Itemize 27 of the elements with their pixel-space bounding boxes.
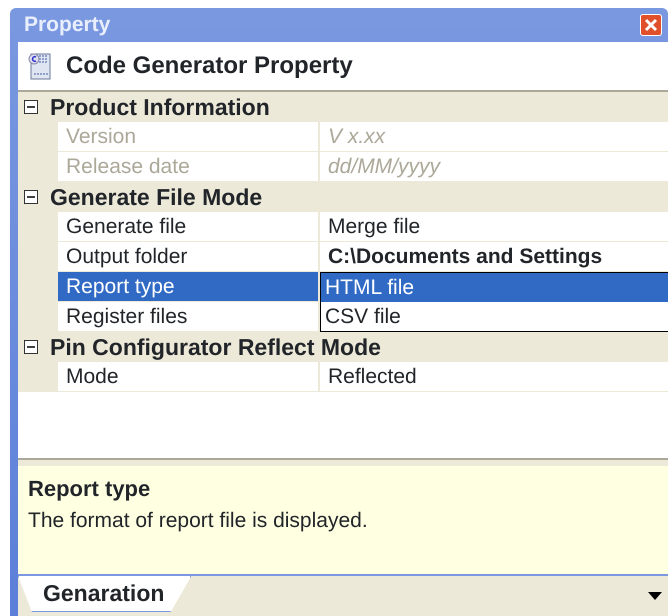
property-name[interactable]: Report type [58, 272, 320, 301]
dropdown-arrow-icon[interactable] [648, 592, 662, 600]
close-icon [644, 18, 658, 32]
collapse-toggle-icon[interactable] [24, 190, 38, 204]
property-name[interactable]: Generate file [58, 212, 320, 241]
dropdown-option[interactable]: CSV file [321, 302, 668, 331]
property-name[interactable]: Output folder [58, 242, 320, 271]
property-value: Reflected [328, 364, 417, 390]
category-label: Generate File Mode [50, 182, 262, 212]
tab[interactable]: Genaration [18, 576, 192, 612]
panel-title: Code Generator Property [66, 51, 353, 81]
property-name[interactable]: Register files [58, 302, 320, 331]
description-text: The format of report file is displayed. [28, 508, 369, 534]
property-value: C:\Documents and Settings [328, 244, 602, 270]
collapse-toggle-icon[interactable] [24, 340, 38, 354]
collapse-toggle-icon[interactable] [24, 100, 38, 114]
description-title: Report type [28, 475, 152, 503]
dropdown-option[interactable]: HTML file [321, 273, 668, 302]
property-value: Merge file [328, 214, 420, 240]
property-name[interactable]: Mode [58, 362, 320, 391]
window-title: Property [24, 12, 110, 38]
property-value: V x.xx [328, 124, 386, 150]
category-label: Product Information [50, 92, 270, 122]
property-value: dd/MM/yyyy [328, 154, 440, 180]
close-button[interactable] [640, 14, 662, 36]
code-file-icon [28, 52, 52, 80]
category-label: Pin Configurator Reflect Mode [50, 332, 381, 362]
